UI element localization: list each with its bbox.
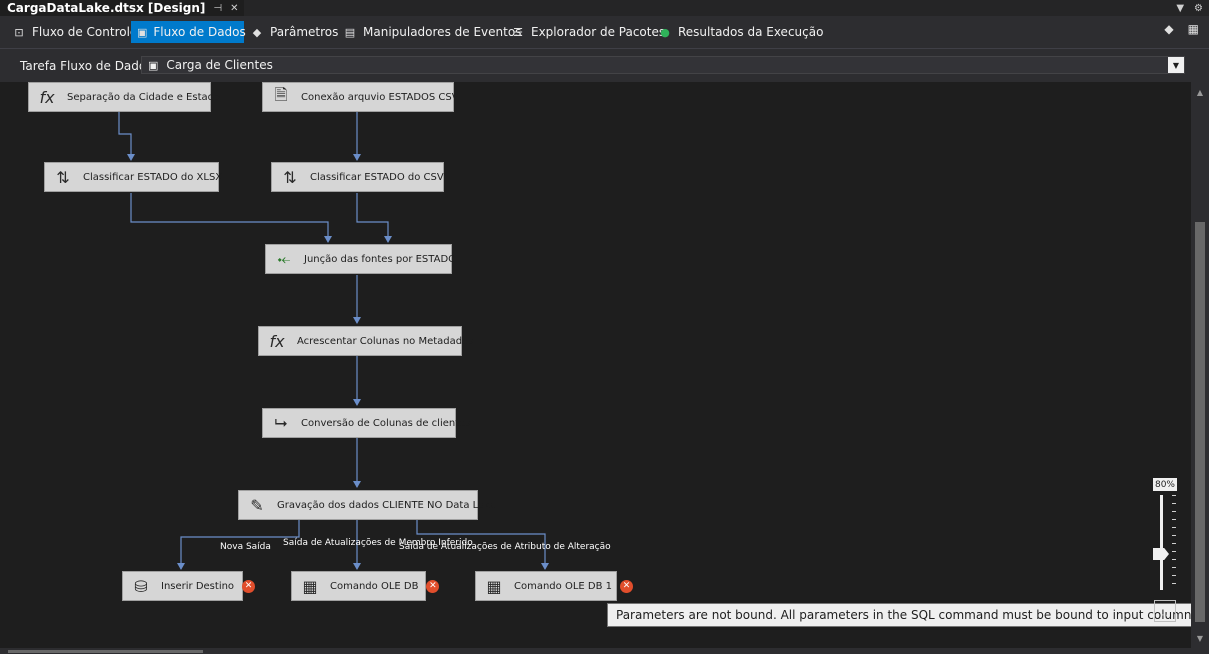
scroll-down-icon[interactable]: ▼ — [1191, 630, 1209, 646]
data-flow-icon: ▣ — [137, 25, 148, 39]
derived-column-icon: fx — [269, 331, 285, 351]
package-explorer-icon: ☰ — [513, 25, 523, 39]
path-label-atributo-alteracao[interactable]: Saída de Atualizações de Atributo de Alt… — [399, 542, 611, 552]
scroll-up-icon[interactable]: ▲ — [1191, 84, 1209, 100]
tab-label: Resultados da Execução — [678, 25, 824, 39]
component-label: Conversão de Colunas de clientes — [301, 417, 471, 429]
component-sort-xlsx[interactable]: ⇅ Classificar ESTADO do XLSX — [44, 162, 223, 192]
scd-icon: ✎ — [250, 495, 264, 515]
tab-package-explorer[interactable]: ☰ Explorador de Pacotes — [505, 21, 671, 43]
tab-control-flow[interactable]: ⊡ Fluxo de Controle — [6, 21, 143, 43]
zoom-level-label: 80% — [1153, 478, 1177, 491]
error-tooltip: Parameters are not bound. All parameters… — [607, 603, 1191, 627]
data-conversion-icon: ⮡ — [274, 413, 288, 432]
toolbar-right-icons: ◆ ▦ — [1164, 22, 1199, 36]
component-label: Comando OLE DB — [330, 580, 419, 592]
component-sort-csv[interactable]: ⇅ Classificar ESTADO do CSV — [271, 162, 444, 192]
component-label: Conexão arquvio ESTADOS CSV — [301, 91, 459, 103]
task-selector-bar: Tarefa Fluxo de Dados: ▣ Carga de Client… — [0, 49, 1209, 82]
path-sort-csv-juncao — [356, 193, 392, 243]
zoom-to-fit-button[interactable]: ⛶ — [1154, 600, 1176, 622]
component-conexao-csv[interactable]: 🗎 Conexão arquvio ESTADOS CSV — [262, 82, 459, 112]
tab-event-handlers[interactable]: ▤ Manipuladores de Eventos — [337, 21, 527, 43]
component-label: Junção das fontes por ESTADO — [304, 253, 457, 265]
tab-label: Parâmetros — [270, 25, 339, 39]
ole-db-command-icon: ▦ — [302, 576, 318, 596]
document-tab-strip: CargaDataLake.dtsx [Design] ⊣ ✕ ▼ ⚙ — [0, 0, 1209, 16]
component-conversao[interactable]: ⮡ Conversão de Colunas de clientes — [262, 408, 471, 438]
tab-data-flow[interactable]: ▣ Fluxo de Dados — [131, 21, 246, 43]
zoom-slider-track[interactable] — [1160, 495, 1163, 590]
component-gravacao[interactable]: ✎ Gravação dos dados CLIENTE NO Data Lak… — [238, 490, 496, 520]
component-comando-ole-db-1[interactable]: ▦ Comando OLE DB 1 ✕ — [475, 571, 633, 601]
component-label: Inserir Destino — [161, 580, 235, 592]
task-dropdown[interactable]: ▣ Carga de Clientes ▼ — [141, 56, 1185, 74]
ole-db-command-icon: ▦ — [486, 576, 502, 596]
merge-join-icon: ⤝ — [277, 249, 291, 268]
component-comando-ole-db[interactable]: ▦ Comando OLE DB ✕ — [291, 571, 440, 601]
flat-file-source-icon: 🗎 — [274, 84, 288, 104]
fit-to-window-icon: ⛶ — [1160, 603, 1170, 618]
component-label: Classificar ESTADO do CSV — [310, 171, 444, 183]
variables-icon[interactable]: ◆ — [1164, 22, 1173, 36]
component-juncao[interactable]: ⤝ Junção das fontes por ESTADO — [265, 244, 456, 274]
zoom-toolbar-icon[interactable]: ▦ — [1188, 22, 1199, 36]
pin-icon[interactable]: ⊣ — [213, 3, 222, 14]
task-label: Tarefa Fluxo de Dados: — [20, 59, 157, 73]
data-flow-task-icon: ▣ — [148, 58, 159, 72]
horizontal-scrollbar[interactable] — [0, 648, 1209, 654]
tab-parameters[interactable]: ◆ Parâmetros — [244, 21, 344, 43]
vertical-scrollbar[interactable]: ▲ ▼ — [1191, 82, 1209, 648]
horizontal-scroll-thumb[interactable] — [8, 650, 203, 653]
settings-gear-icon[interactable]: ⚙ — [1194, 3, 1203, 14]
derived-column-icon: fx — [39, 87, 55, 107]
error-icon[interactable]: ✕ — [242, 579, 256, 593]
component-label: Separação da Cidade e Estado — [67, 91, 221, 103]
tab-label: Fluxo de Controle — [32, 25, 138, 39]
tab-label: Fluxo de Dados — [153, 25, 246, 39]
component-label: Acrescentar Colunas no Metadados — [297, 335, 474, 347]
path-label-nova-saida[interactable]: Nova Saída — [220, 542, 271, 552]
document-tab[interactable]: CargaDataLake.dtsx [Design] ⊣ ✕ — [0, 0, 245, 16]
tab-label: Manipuladores de Eventos — [363, 25, 522, 39]
vertical-scroll-thumb[interactable] — [1195, 222, 1205, 622]
path-separacao-sort-xlsx — [118, 111, 135, 161]
component-inserir-destino[interactable]: ⛁ Inserir Destino ✕ — [122, 571, 256, 601]
error-icon[interactable]: ✕ — [620, 579, 633, 593]
component-label: Comando OLE DB 1 — [514, 580, 612, 592]
error-icon[interactable]: ✕ — [426, 579, 440, 593]
document-tab-title: CargaDataLake.dtsx [Design] — [7, 1, 206, 15]
event-handlers-icon: ▤ — [344, 25, 356, 39]
task-selected-value: Carga de Clientes — [166, 58, 273, 72]
parameters-icon: ◆ — [252, 25, 262, 39]
dropdown-arrow-icon[interactable]: ▼ — [1176, 3, 1184, 14]
zoom-slider-ticks — [1172, 495, 1176, 590]
play-icon: ● — [660, 25, 670, 39]
tab-execution-results[interactable]: ● Resultados da Execução — [652, 21, 829, 43]
close-icon[interactable]: ✕ — [230, 3, 238, 14]
component-acrescentar[interactable]: fx Acrescentar Colunas no Metadados — [258, 326, 473, 356]
ole-db-destination-icon: ⛁ — [134, 576, 148, 596]
component-separacao[interactable]: fx Separação da Cidade e Estado — [28, 82, 220, 112]
tab-strip-controls: ▼ ⚙ — [1176, 0, 1203, 16]
designer-tabs-toolbar: ⊡ Fluxo de Controle ▣ Fluxo de Dados ◆ P… — [0, 16, 1209, 49]
component-label: Classificar ESTADO do XLSX — [83, 171, 223, 183]
sort-icon: ⇅ — [56, 167, 70, 187]
chevron-down-icon[interactable]: ▼ — [1168, 57, 1184, 73]
control-flow-icon: ⊡ — [14, 25, 24, 39]
sort-icon: ⇅ — [283, 167, 297, 187]
tab-label: Explorador de Pacotes — [531, 25, 666, 39]
component-label: Gravação dos dados CLIENTE NO Data Lake — [277, 499, 496, 511]
data-flow-canvas[interactable]: fx Separação da Cidade e Estado 🗎 Conexã… — [0, 82, 1191, 648]
path-sort-xlsx-juncao — [130, 193, 332, 243]
